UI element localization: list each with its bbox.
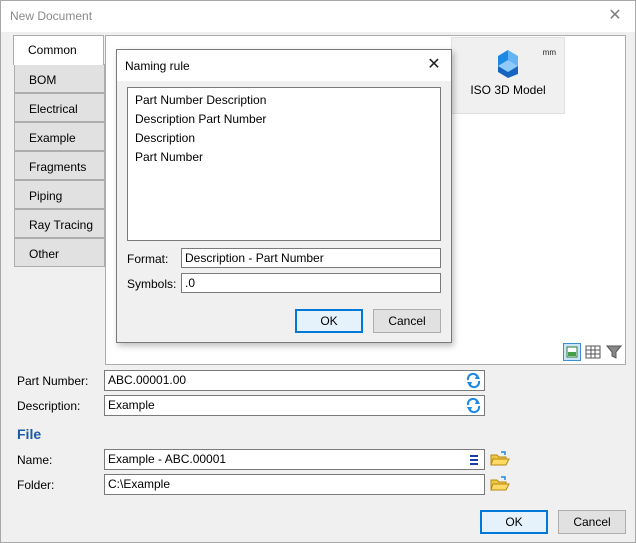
format-value: Description - Part Number [185,251,324,265]
dialog-cancel-button[interactable]: Cancel [373,309,441,333]
name-label: Name: [17,453,53,467]
tab-label: Other [29,247,60,261]
tab-label: Example [29,131,76,145]
tab-label: Fragments [29,160,87,174]
tab-other[interactable]: Other [14,238,105,267]
template-label: ISO 3D Model [470,83,546,97]
large-icons-view-icon[interactable] [563,343,581,361]
tab-common[interactable]: Common [13,35,104,65]
folder-value: C:\Example [108,477,171,491]
folder-open-icon[interactable] [490,475,510,493]
part-number-value: ABC.00001.00 [108,373,187,387]
tab-fragments[interactable]: Fragments [14,151,105,180]
unit-label: mm [542,48,556,57]
close-icon[interactable]: ✕ [603,5,627,27]
folder-open-icon[interactable] [490,450,510,468]
list-item[interactable]: Description Part Number [135,110,440,129]
tab-bom[interactable]: BOM [14,64,105,93]
folder-input[interactable]: C:\Example [104,474,485,495]
dialog-title-bar: Naming rule ✕ [117,50,451,81]
ok-button[interactable]: OK [480,510,548,534]
cancel-button[interactable]: Cancel [558,510,626,534]
filter-icon[interactable] [605,343,623,361]
list-item[interactable]: Part Number Description [135,91,440,110]
tab-label: Piping [29,189,63,203]
part-number-input[interactable]: ABC.00001.00 [104,370,485,391]
refresh-icon[interactable] [465,397,482,414]
refresh-icon[interactable] [465,372,482,389]
description-input[interactable]: Example [104,395,485,416]
format-label: Format: [127,252,169,266]
tab-example[interactable]: Example [14,122,105,151]
symbols-input[interactable]: .0 [181,273,441,293]
symbols-label: Symbols: [127,277,177,291]
file-section-title: File [17,426,42,442]
list-item[interactable]: Part Number [135,148,440,167]
description-value: Example [108,398,155,412]
iso-3d-model-icon [498,50,518,78]
name-value: Example - ABC.00001 [108,452,227,466]
naming-rule-list[interactable]: Part Number Description Description Part… [127,87,441,241]
naming-rule-dialog: Naming rule ✕ Part Number Description De… [116,49,452,343]
tab-label: BOM [29,73,57,87]
close-icon[interactable]: ✕ [423,55,445,75]
dialog-ok-button[interactable]: OK [295,309,363,333]
grid-view-icon[interactable] [584,343,602,361]
tab-label: Electrical [29,102,78,116]
format-input[interactable]: Description - Part Number [181,248,441,268]
tab-piping[interactable]: Piping [14,180,105,209]
part-number-label: Part Number: [17,374,89,388]
description-label: Description: [17,399,81,413]
folder-label: Folder: [17,478,55,492]
dialog-title: Naming rule [125,59,190,73]
tab-ray-tracing[interactable]: Ray Tracing [14,209,105,238]
tab-electrical[interactable]: Electrical [14,93,105,122]
template-iso-3d-model[interactable]: mm ISO 3D Model [451,37,565,114]
title-bar: New Document ✕ [1,1,635,32]
window-title: New Document [10,9,93,23]
new-document-window: New Document ✕ Common BOM Electrical Exa… [0,0,636,543]
list-item[interactable]: Description [135,129,440,148]
tab-label: Ray Tracing [29,218,94,232]
list-icon[interactable] [465,451,482,468]
tab-label: Common [28,43,77,57]
symbols-value: .0 [185,276,196,290]
name-input[interactable]: Example - ABC.00001 [104,449,485,470]
